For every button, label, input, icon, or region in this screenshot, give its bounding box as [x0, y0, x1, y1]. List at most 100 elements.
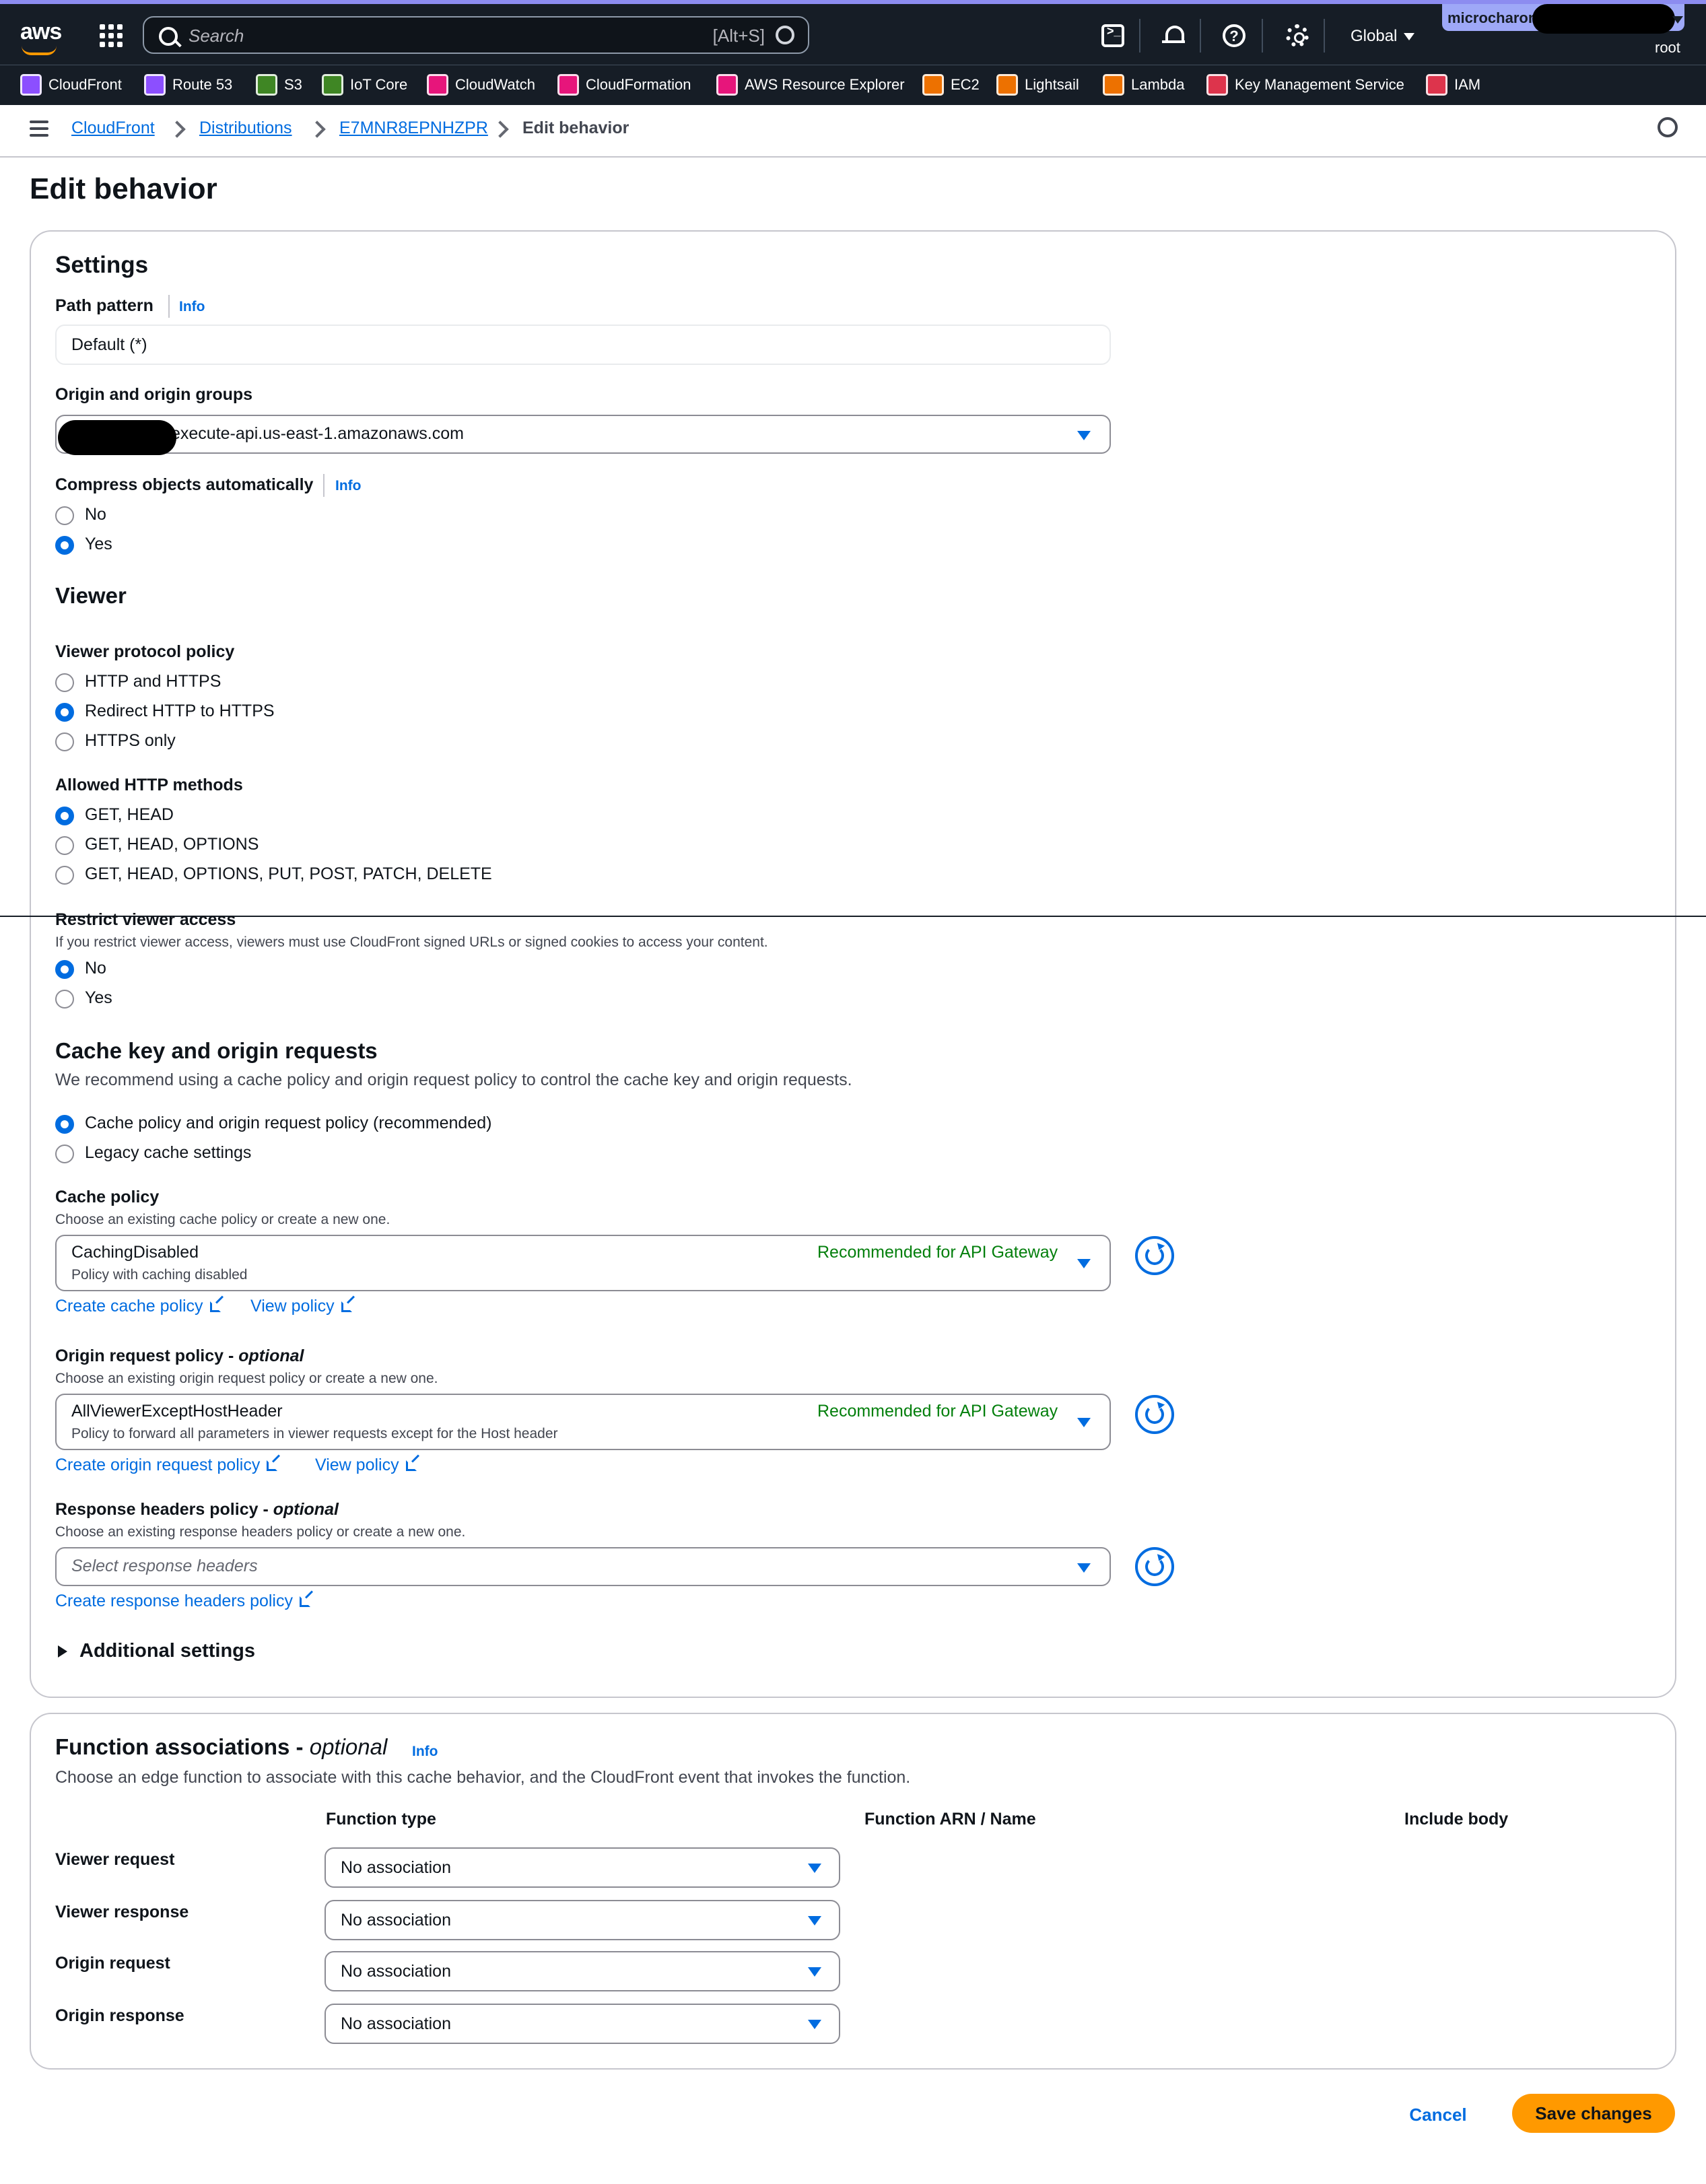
- cancel-button[interactable]: Cancel: [1404, 2098, 1472, 2131]
- chevron-down-icon: [1077, 1418, 1091, 1427]
- methods-get-head-options-radio[interactable]: [55, 836, 74, 855]
- column-function-type: Function type: [326, 1810, 436, 1829]
- path-pattern-info-link[interactable]: Info: [179, 299, 205, 315]
- refresh-response-headers-icon[interactable]: [1135, 1547, 1174, 1586]
- response-headers-policy-select[interactable]: Select response headers: [55, 1547, 1111, 1586]
- refresh-origin-request-policy-icon[interactable]: [1135, 1395, 1174, 1434]
- favorite-route53[interactable]: Route 53: [144, 73, 232, 96]
- external-link-icon: [299, 1596, 310, 1608]
- aws-logo[interactable]: aws: [20, 19, 62, 55]
- favorite-kms[interactable]: Key Management Service: [1206, 73, 1404, 96]
- favorite-label: EC2: [951, 76, 980, 93]
- top-navigation: aws Search [Alt+S] ? Global microcharon …: [0, 0, 1706, 65]
- favorite-label: Lightsail: [1025, 76, 1079, 93]
- legacy-cache-radio[interactable]: [55, 1145, 74, 1163]
- cloudformation-icon: [557, 74, 579, 96]
- column-include-body: Include body: [1404, 1810, 1509, 1829]
- compress-no-radio[interactable]: [55, 506, 74, 525]
- settings-icon[interactable]: [1658, 117, 1678, 137]
- compress-label: Compress objects automatically: [55, 475, 314, 494]
- compress-info-link[interactable]: Info: [335, 478, 361, 494]
- link-text: View policy: [315, 1456, 399, 1474]
- chevron-down-icon: [1672, 16, 1683, 24]
- breadcrumb-distributions[interactable]: Distributions: [199, 118, 292, 138]
- favorite-s3[interactable]: S3: [256, 73, 302, 96]
- function-associations-info-link[interactable]: Info: [412, 1744, 438, 1760]
- lightsail-icon: [996, 74, 1018, 96]
- origin-select[interactable]: execute-api.us-east-1.amazonaws.com: [55, 415, 1111, 454]
- account-role: root: [1655, 39, 1680, 56]
- cache-policy-label: Cache policy: [55, 1188, 160, 1206]
- breadcrumb-bar: CloudFront Distributions E7MNR8EPNHZPR E…: [0, 105, 1706, 158]
- path-pattern-field: Default (*): [55, 325, 1111, 365]
- breadcrumb-distribution-id[interactable]: E7MNR8EPNHZPR: [339, 118, 488, 138]
- viewer-response-select[interactable]: No association: [325, 1900, 840, 1940]
- favorite-iot-core[interactable]: IoT Core: [322, 73, 407, 96]
- favorite-iam[interactable]: IAM: [1426, 73, 1480, 96]
- cache-policy-value: CachingDisabled: [71, 1243, 199, 1262]
- methods-all-radio[interactable]: [55, 866, 74, 885]
- event-label: Origin response: [55, 2006, 184, 2025]
- response-headers-placeholder: Select response headers: [71, 1557, 258, 1575]
- save-changes-button[interactable]: Save changes: [1512, 2094, 1675, 2133]
- restrict-yes-label: Yes: [85, 988, 112, 1007]
- protocol-redirect-radio[interactable]: [55, 703, 74, 722]
- favorite-cloudfront[interactable]: CloudFront: [20, 73, 122, 96]
- restrict-no-radio[interactable]: [55, 960, 74, 979]
- view-cache-policy-link[interactable]: View policy: [250, 1297, 352, 1316]
- cloudshell-icon[interactable]: [1101, 24, 1124, 47]
- view-origin-request-policy-link[interactable]: View policy: [315, 1456, 417, 1475]
- viewer-request-select[interactable]: No association: [325, 1847, 840, 1888]
- shortcut-icon: [776, 26, 794, 44]
- chevron-down-icon: [808, 1916, 821, 1925]
- chevron-down-icon: [1077, 1259, 1091, 1268]
- restrict-viewer-description: If you restrict viewer access, viewers m…: [55, 934, 768, 950]
- settings-gear-icon[interactable]: [1286, 24, 1309, 47]
- chevron-right-icon: [308, 121, 326, 138]
- region-selector[interactable]: Global: [1351, 27, 1415, 46]
- help-icon[interactable]: ?: [1223, 24, 1246, 47]
- search-input[interactable]: Search [Alt+S]: [143, 16, 809, 54]
- function-associations-description: Choose an edge function to associate wit…: [55, 1768, 911, 1787]
- additional-settings-toggle[interactable]: Additional settings: [55, 1640, 271, 1667]
- cache-policy-select[interactable]: CachingDisabled Policy with caching disa…: [55, 1235, 1111, 1291]
- favorite-cloudformation[interactable]: CloudFormation: [557, 73, 691, 96]
- redacted-origin-prefix: [58, 420, 176, 455]
- function-type-value: No association: [341, 1962, 451, 1981]
- origin-value: execute-api.us-east-1.amazonaws.com: [171, 424, 464, 443]
- cache-policy-mode-radio[interactable]: [55, 1115, 74, 1134]
- chevron-right-icon: [168, 121, 186, 138]
- route53-icon: [144, 74, 166, 96]
- favorite-lightsail[interactable]: Lightsail: [996, 73, 1079, 96]
- services-grid-icon[interactable]: [100, 24, 123, 47]
- create-cache-policy-link[interactable]: Create cache policy: [55, 1297, 221, 1316]
- origin-response-select[interactable]: No association: [325, 2004, 840, 2044]
- favorite-resource-explorer[interactable]: AWS Resource Explorer: [716, 73, 905, 96]
- compress-yes-radio[interactable]: [55, 536, 74, 555]
- column-function-arn: Function ARN / Name: [864, 1810, 1036, 1829]
- divider-line: [0, 916, 1706, 917]
- protocol-option-label: Redirect HTTP to HTTPS: [85, 702, 275, 720]
- account-name: microcharon: [1447, 9, 1538, 26]
- iot-core-icon: [322, 74, 343, 96]
- protocol-https-only-radio[interactable]: [55, 732, 74, 751]
- search-icon: [159, 27, 178, 46]
- refresh-cache-policy-icon[interactable]: [1135, 1236, 1174, 1275]
- origin-request-policy-select[interactable]: AllViewerExceptHostHeader Policy to forw…: [55, 1394, 1111, 1450]
- menu-icon[interactable]: [30, 121, 48, 137]
- breadcrumb-cloudfront[interactable]: CloudFront: [71, 118, 155, 138]
- favorite-cloudwatch[interactable]: CloudWatch: [427, 73, 535, 96]
- create-origin-request-policy-link[interactable]: Create origin request policy: [55, 1456, 278, 1475]
- favorite-ec2[interactable]: EC2: [922, 73, 980, 96]
- origin-request-select[interactable]: No association: [325, 1951, 840, 1991]
- event-label: Viewer response: [55, 1903, 189, 1921]
- methods-get-head-radio[interactable]: [55, 807, 74, 825]
- link-text: Create response headers policy: [55, 1592, 293, 1610]
- create-response-headers-policy-link[interactable]: Create response headers policy: [55, 1592, 310, 1611]
- restrict-yes-radio[interactable]: [55, 990, 74, 1009]
- protocol-http-https-radio[interactable]: [55, 673, 74, 692]
- notifications-bell-icon[interactable]: [1162, 24, 1185, 47]
- origin-request-policy-value: AllViewerExceptHostHeader: [71, 1402, 283, 1421]
- favorite-lambda[interactable]: Lambda: [1103, 73, 1185, 96]
- search-shortcut: [Alt+S]: [712, 26, 765, 46]
